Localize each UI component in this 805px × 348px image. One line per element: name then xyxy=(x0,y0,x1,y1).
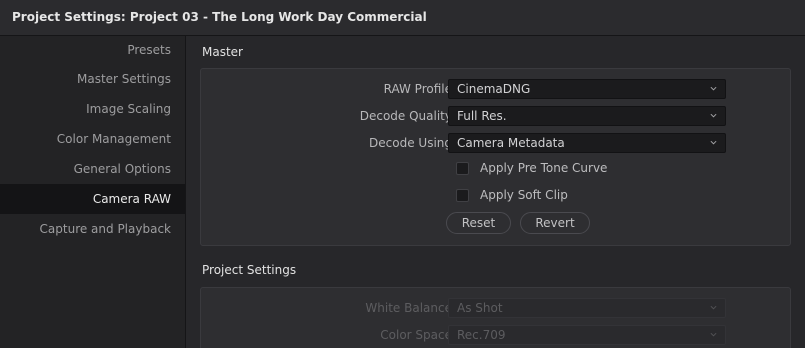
color-space-value: Rec.709 xyxy=(457,328,506,342)
decode-using-value: Camera Metadata xyxy=(457,136,565,150)
color-space-label: Color Space xyxy=(380,328,452,342)
raw-profile-row: RAW Profile CinemaDNG xyxy=(201,79,792,99)
apply-pre-tone-curve-checkbox[interactable] xyxy=(456,162,469,175)
sidebar-item-general-options[interactable]: General Options xyxy=(0,154,185,184)
master-section-title: Master xyxy=(202,45,243,59)
chevron-down-icon xyxy=(710,332,717,337)
apply-pre-tone-curve-label: Apply Pre Tone Curve xyxy=(480,161,608,175)
decode-using-label: Decode Using xyxy=(369,136,452,150)
decode-using-select[interactable]: Camera Metadata xyxy=(448,133,726,153)
sidebar-item-presets[interactable]: Presets xyxy=(0,36,185,64)
sidebar-item-capture-and-playback[interactable]: Capture and Playback xyxy=(0,214,185,244)
apply-soft-clip-label: Apply Soft Clip xyxy=(480,188,568,202)
decode-quality-row: Decode Quality Full Res. xyxy=(201,106,792,126)
white-balance-value: As Shot xyxy=(457,301,503,315)
chevron-down-icon xyxy=(710,86,717,91)
sidebar-item-camera-raw[interactable]: Camera RAW xyxy=(0,184,185,214)
settings-content: Master RAW Profile CinemaDNG Decode Qual… xyxy=(186,36,805,348)
sidebar-item-color-management[interactable]: Color Management xyxy=(0,124,185,154)
revert-button[interactable]: Revert xyxy=(520,212,590,234)
white-balance-row: White Balance As Shot xyxy=(201,298,792,318)
sidebar-item-master-settings[interactable]: Master Settings xyxy=(0,64,185,94)
white-balance-select[interactable]: As Shot xyxy=(448,298,726,318)
chevron-down-icon xyxy=(710,113,717,118)
raw-profile-select[interactable]: CinemaDNG xyxy=(448,79,726,99)
sidebar-item-image-scaling[interactable]: Image Scaling xyxy=(0,94,185,124)
decode-quality-value: Full Res. xyxy=(457,109,507,123)
settings-sidebar: Presets Master Settings Image Scaling Co… xyxy=(0,36,186,348)
color-space-row: Color Space Rec.709 xyxy=(201,325,792,345)
project-settings-section-title: Project Settings xyxy=(202,263,297,277)
raw-profile-label: RAW Profile xyxy=(383,82,452,96)
master-panel: RAW Profile CinemaDNG Decode Quality Ful… xyxy=(200,68,791,246)
color-space-select[interactable]: Rec.709 xyxy=(448,325,726,345)
decode-using-row: Decode Using Camera Metadata xyxy=(201,133,792,153)
decode-quality-select[interactable]: Full Res. xyxy=(448,106,726,126)
chevron-down-icon xyxy=(710,305,717,310)
chevron-down-icon xyxy=(710,140,717,145)
window-title: Project Settings: Project 03 - The Long … xyxy=(0,0,805,36)
reset-button[interactable]: Reset xyxy=(446,212,511,234)
decode-quality-label: Decode Quality xyxy=(359,109,452,123)
project-settings-panel: White Balance As Shot Color Space Rec.70… xyxy=(200,287,791,348)
raw-profile-value: CinemaDNG xyxy=(457,82,531,96)
white-balance-label: White Balance xyxy=(365,301,452,315)
apply-soft-clip-checkbox[interactable] xyxy=(456,189,469,202)
